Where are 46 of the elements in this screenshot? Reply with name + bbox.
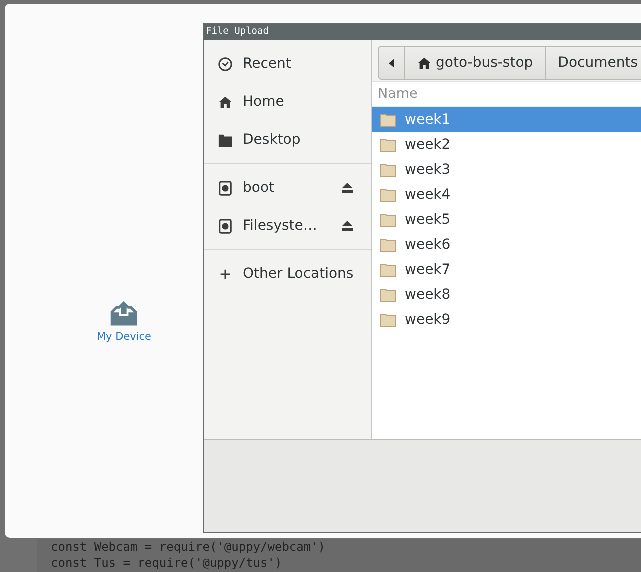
file-row[interactable]: week2 [372, 132, 641, 157]
home-icon [218, 94, 233, 110]
sidebar-item[interactable]: Other Locations [204, 255, 371, 293]
source-button[interactable]: My Device [97, 300, 152, 343]
path-button[interactable]: goto-bus-stop [405, 46, 546, 80]
folder-icon [380, 262, 396, 276]
eject-icon[interactable] [341, 220, 354, 232]
sidebar-item[interactable]: Filesyste… [204, 207, 371, 245]
folder-icon [380, 312, 396, 326]
sidebar-item[interactable]: Desktop [204, 121, 371, 159]
folder-icon [380, 112, 396, 126]
sidebar-label: Home [243, 94, 286, 110]
file-row[interactable]: week9 [372, 307, 641, 332]
eject-icon[interactable] [341, 182, 354, 194]
folder-icon [380, 138, 396, 152]
folder-icon [380, 288, 396, 302]
sidebar-item[interactable]: Recent [204, 45, 371, 83]
file-row[interactable]: week6 [372, 232, 641, 257]
sidebar-label: boot [243, 180, 276, 196]
window-title: File Upload [206, 26, 269, 37]
back-button[interactable] [378, 46, 405, 80]
sidebar-item[interactable]: boot [204, 169, 371, 207]
clock-icon [218, 56, 233, 72]
file-row[interactable]: week3 [372, 157, 641, 182]
folder-icon [380, 212, 396, 226]
folder-icon [380, 238, 396, 252]
sidebar-label: Recent [243, 56, 292, 72]
home-icon [417, 56, 432, 70]
sidebar-label: Filesyste… [243, 218, 318, 234]
sidebar-label: Desktop [243, 132, 302, 148]
file-row[interactable]: week4 [372, 182, 641, 207]
sidebar-item[interactable]: Home [204, 83, 371, 121]
folder-icon [380, 162, 396, 176]
code-line: const Tus = require('@uppy/tus') [51, 555, 284, 571]
drive-icon [218, 180, 233, 196]
drive-icon [218, 218, 233, 234]
code-line: const Webcam = require('@uppy/webcam') [51, 539, 327, 555]
folder-icon [218, 132, 233, 148]
file-row[interactable]: week7 [372, 257, 641, 282]
sidebar-label: Other Locations [243, 266, 354, 282]
folder-icon [380, 188, 396, 202]
caret-icon [389, 58, 394, 68]
file-row[interactable]: week8 [372, 282, 641, 307]
upload-tray-icon [109, 300, 140, 327]
file-row[interactable]: week5 [372, 207, 641, 232]
path-button[interactable]: Documents [546, 46, 641, 80]
